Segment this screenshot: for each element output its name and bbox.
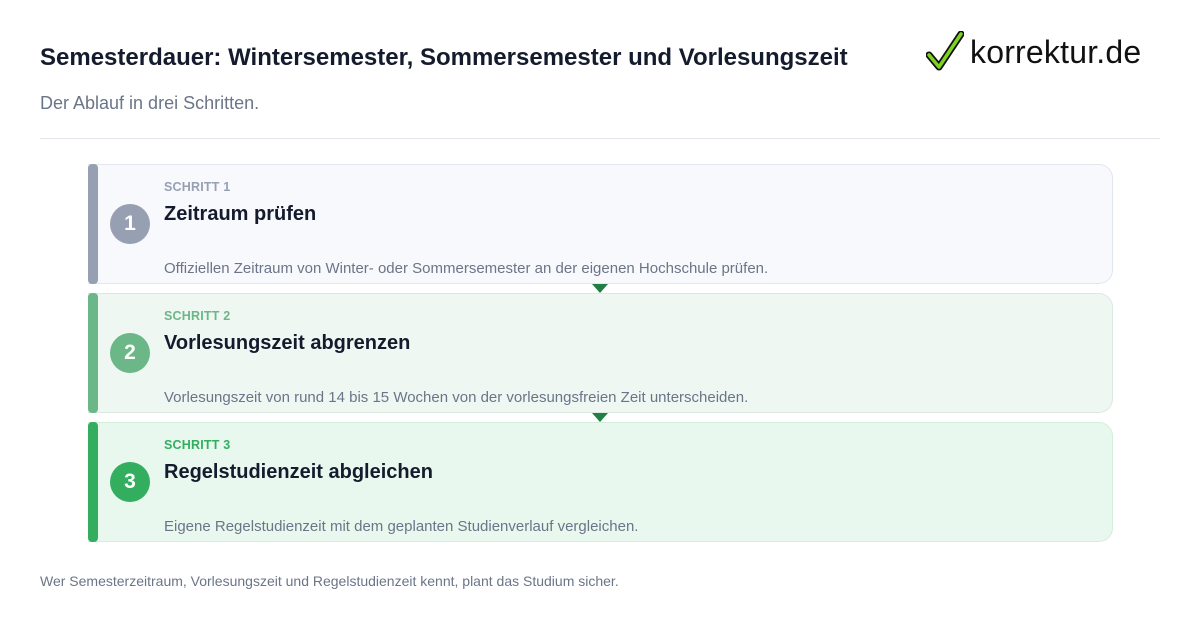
brand-logo[interactable]: korrektur.de bbox=[926, 30, 1166, 74]
header-divider bbox=[40, 138, 1160, 139]
step-kicker: SCHRITT 1 bbox=[164, 180, 231, 194]
brand-logo-text: korrektur.de bbox=[970, 34, 1142, 70]
step-kicker: SCHRITT 2 bbox=[164, 309, 231, 323]
step-title: Regelstudienzeit abgleichen bbox=[164, 461, 433, 483]
step-kicker: SCHRITT 3 bbox=[164, 438, 231, 452]
step-accent-bar bbox=[88, 164, 98, 284]
green-checkmark-icon bbox=[926, 31, 964, 71]
step-title: Zeitraum prüfen bbox=[164, 203, 317, 225]
page-subtitle: Der Ablauf in drei Schritten. bbox=[40, 93, 260, 113]
step-card-1: 1 SCHRITT 1 Zeitraum prüfen Offiziellen … bbox=[88, 164, 1113, 284]
step-number-badge: 2 bbox=[110, 333, 150, 373]
page-title: Semesterdauer: Wintersemester, Sommersem… bbox=[40, 44, 848, 71]
step-connector-arrow-icon bbox=[592, 413, 608, 422]
step-title: Vorlesungszeit abgrenzen bbox=[164, 332, 411, 354]
step-accent-bar bbox=[88, 422, 98, 542]
step-number-badge: 1 bbox=[110, 204, 150, 244]
footer-note: Wer Semesterzeitraum, Vorlesungszeit und… bbox=[40, 573, 619, 589]
step-card-2: 2 SCHRITT 2 Vorlesungszeit abgrenzen Vor… bbox=[88, 293, 1113, 413]
step-accent-bar bbox=[88, 293, 98, 413]
step-description: Eigene Regelstudienzeit mit dem geplante… bbox=[164, 518, 639, 535]
step-description: Offiziellen Zeitraum von Winter- oder So… bbox=[164, 260, 769, 277]
step-number-badge: 3 bbox=[110, 462, 150, 502]
step-card-3: 3 SCHRITT 3 Regelstudienzeit abgleichen … bbox=[88, 422, 1113, 542]
step-description: Vorlesungszeit von rund 14 bis 15 Wochen… bbox=[164, 389, 749, 406]
step-connector-arrow-icon bbox=[592, 284, 608, 293]
